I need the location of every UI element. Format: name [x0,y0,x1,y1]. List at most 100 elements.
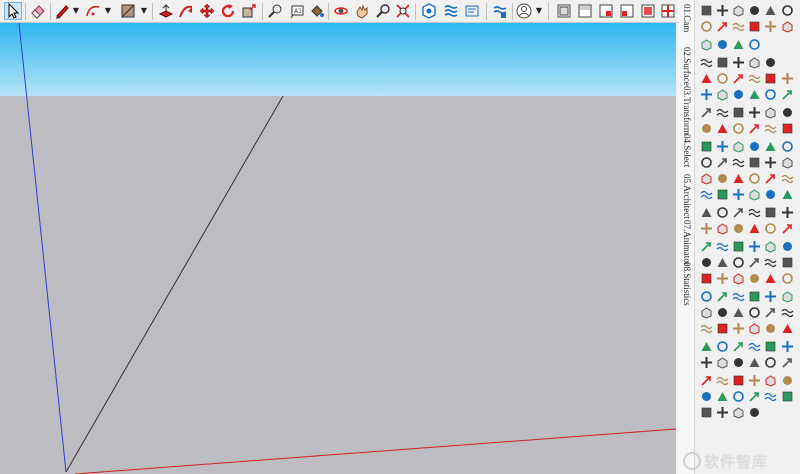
tray-tool-button[interactable] [716,4,729,17]
tray-tool-button[interactable] [700,106,713,119]
tray-tool-button[interactable] [764,206,777,219]
tray-tool-button[interactable] [700,406,713,419]
warehouse-tool-button[interactable] [420,2,438,20]
tray-tool-button[interactable] [732,406,745,419]
tray-tool-button[interactable] [764,322,777,335]
tray-tool-button[interactable] [748,106,761,119]
tray-tool-button[interactable] [700,140,713,153]
move-tool-button[interactable] [198,2,216,20]
tray-tool-button[interactable] [732,88,745,101]
tray-tool-button[interactable] [700,4,713,17]
tray-tool-button[interactable] [764,20,777,33]
tray-tool-button[interactable] [748,38,761,51]
tray-tool-button[interactable] [700,390,713,403]
tray-tool-button[interactable] [716,406,729,419]
tray-tool-button[interactable] [781,356,794,369]
tray-tool-button[interactable] [764,106,777,119]
tray-tool-button[interactable] [732,122,745,135]
tray-tool-button[interactable] [748,122,761,135]
view-back-button[interactable] [639,2,657,20]
tray-tool-button[interactable] [732,390,745,403]
tray-tool-button[interactable] [700,222,713,235]
tray-tool-button[interactable] [781,106,794,119]
tab-animator[interactable]: 07.Animator [679,220,694,266]
tray-tool-button[interactable] [732,256,745,269]
tray-tool-button[interactable] [781,306,794,319]
tray-tool-button[interactable] [781,290,794,303]
tray-tool-button[interactable] [732,290,745,303]
tray-tool-button[interactable] [732,206,745,219]
tray-tool-button[interactable] [716,172,729,185]
tab-select[interactable]: 04.Select [679,134,694,167]
tray-tool-button[interactable] [781,374,794,387]
tray-tool-button[interactable] [700,206,713,219]
tray-tool-button[interactable] [700,88,713,101]
tab-cam[interactable]: 01.Cam [679,4,694,32]
tray-tool-button[interactable] [781,72,794,85]
tray-tool-button[interactable] [716,256,729,269]
tray-tool-button[interactable] [764,256,777,269]
tray-tool-button[interactable] [764,4,777,17]
user-account-button[interactable] [515,2,533,20]
tray-tool-button[interactable] [732,20,745,33]
orbit-tool-button[interactable] [332,2,350,20]
tray-tool-button[interactable] [781,156,794,169]
tray-tool-button[interactable] [700,356,713,369]
layout-tool-button[interactable] [463,2,481,20]
zoom-tool-button[interactable] [374,2,392,20]
tray-tool-button[interactable] [781,240,794,253]
arc-tool-button[interactable] [84,2,102,20]
view-right-button[interactable] [618,2,636,20]
tray-tool-button[interactable] [732,340,745,353]
tray-tool-button[interactable] [716,390,729,403]
tray-tool-button[interactable] [700,20,713,33]
tray-tool-button[interactable] [732,38,745,51]
view-top-button[interactable] [576,2,594,20]
tray-tool-button[interactable] [764,122,777,135]
tray-tool-button[interactable] [700,122,713,135]
tray-tool-button[interactable] [764,222,777,235]
tray-tool-button[interactable] [748,206,761,219]
tray-tool-button[interactable] [700,188,713,201]
tray-tool-button[interactable] [716,56,729,69]
tray-tool-button[interactable] [748,56,761,69]
tray-tool-button[interactable] [716,322,729,335]
tray-tool-button[interactable] [781,140,794,153]
tray-tool-button[interactable] [764,156,777,169]
tray-tool-button[interactable] [732,272,745,285]
tray-tool-button[interactable] [716,72,729,85]
tray-tool-button[interactable] [781,122,794,135]
paint-bucket-tool-button[interactable] [308,2,326,20]
tray-tool-button[interactable] [748,290,761,303]
tray-tool-button[interactable] [781,340,794,353]
tray-tool-button[interactable] [732,140,745,153]
tray-tool-button[interactable] [732,172,745,185]
tray-tool-button[interactable] [732,306,745,319]
scale-tool-button[interactable] [240,2,258,20]
tray-tool-button[interactable] [781,390,794,403]
tray-tool-button[interactable] [748,240,761,253]
tray-tool-button[interactable] [716,306,729,319]
eraser-tool-button[interactable] [29,2,47,20]
chevron-down-icon[interactable]: ▼ [104,6,112,16]
tray-tool-button[interactable] [700,290,713,303]
tray-tool-button[interactable] [748,222,761,235]
tray-tool-button[interactable] [716,156,729,169]
tray-tool-button[interactable] [716,188,729,201]
tray-tool-button[interactable] [764,390,777,403]
tray-tool-button[interactable] [732,322,745,335]
tray-tool-button[interactable] [700,56,713,69]
tray-tool-button[interactable] [748,88,761,101]
tray-tool-button[interactable] [732,240,745,253]
tray-tool-button[interactable] [700,322,713,335]
tray-tool-button[interactable] [781,322,794,335]
tray-tool-button[interactable] [748,322,761,335]
tray-tool-button[interactable] [716,340,729,353]
tray-tool-button[interactable] [716,106,729,119]
tray-tool-button[interactable] [732,156,745,169]
tray-tool-button[interactable] [700,72,713,85]
tab-transform[interactable]: 03.Transform [679,86,694,135]
tray-tool-button[interactable] [716,122,729,135]
tray-tool-button[interactable] [748,172,761,185]
tray-tool-button[interactable] [716,20,729,33]
